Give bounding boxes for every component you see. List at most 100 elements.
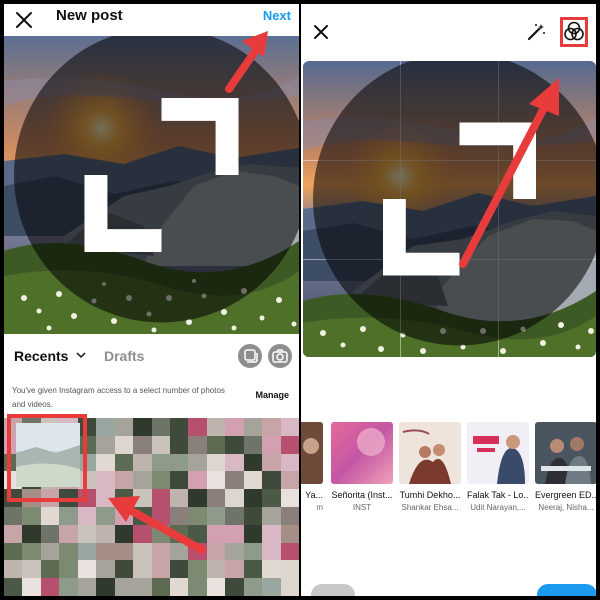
gallery-thumbnail-tile xyxy=(59,542,78,561)
gallery-thumbnail-tile xyxy=(96,418,115,436)
album-art xyxy=(535,422,596,484)
gallery-thumbnail-tile xyxy=(151,542,170,561)
gallery-thumbnail-tile xyxy=(188,418,207,436)
gallery-thumbnail-tile xyxy=(133,489,152,507)
music-artist: Udit Narayan,... xyxy=(470,503,526,512)
gallery-thumbnail-tile xyxy=(262,542,281,561)
gallery-thumbnail-tile xyxy=(225,560,244,579)
gallery-thumbnail-tile xyxy=(114,435,134,454)
next-button[interactable]: Next xyxy=(263,6,291,26)
gallery-thumbnail-tile xyxy=(77,578,97,596)
gallery-thumbnail-tile xyxy=(206,418,226,436)
gallery-thumbnail-tile xyxy=(243,489,263,507)
album-art xyxy=(301,422,323,484)
gallery-thumbnail-tile xyxy=(133,418,152,436)
access-note: You've given Instagram access to a selec… xyxy=(12,386,225,409)
gallery-thumbnail-tile xyxy=(22,506,41,525)
gallery-thumbnail-tile xyxy=(206,435,226,454)
album-art xyxy=(467,422,529,484)
gallery-thumbnail-tile xyxy=(280,524,299,543)
gallery-thumbnail-tile xyxy=(96,435,115,454)
gallery-thumbnail-tile xyxy=(114,489,134,507)
gallery-thumbnail-tile xyxy=(262,560,281,579)
expand-icon[interactable] xyxy=(313,61,596,347)
edit-photo-preview[interactable] xyxy=(303,61,596,357)
gallery-thumbnail-tile xyxy=(225,542,244,561)
gallery-thumbnail-tile xyxy=(114,418,134,436)
gallery-thumbnail-tile xyxy=(96,489,115,507)
gallery-thumbnail-tile xyxy=(188,524,207,543)
gallery-thumbnail-tile xyxy=(77,560,97,579)
bottom-next-button[interactable] xyxy=(537,584,596,596)
drafts-tab[interactable]: Drafts xyxy=(104,348,144,364)
gallery-thumbnail-tile xyxy=(243,418,263,436)
music-card[interactable]: Ya... m xyxy=(301,422,323,512)
gallery-thumbnail-tile xyxy=(133,560,152,579)
gallery-thumbnail-tile xyxy=(4,524,23,543)
gallery-thumbnail-tile xyxy=(188,435,207,454)
manage-link[interactable]: Manage xyxy=(255,390,289,400)
music-artist: INST xyxy=(352,503,372,512)
gallery-tabs: Recents Drafts xyxy=(4,340,299,372)
gallery-thumbnail-tile xyxy=(169,578,189,596)
music-title: Evergreen ED... xyxy=(535,490,596,500)
selected-photo-preview[interactable] xyxy=(4,36,299,334)
album-art xyxy=(331,422,393,484)
gallery-thumbnail-tile xyxy=(77,524,97,543)
gallery-thumbnail-tile xyxy=(280,435,299,454)
gallery-thumbnail-tile xyxy=(133,506,152,525)
gallery-thumbnail-tile xyxy=(151,524,170,543)
gallery-thumbnail-tile xyxy=(169,560,189,579)
magic-wand-icon[interactable] xyxy=(526,22,546,42)
music-artist: m xyxy=(316,503,323,512)
gallery-thumbnail-tile xyxy=(151,578,170,596)
gallery-thumbnail-tile xyxy=(225,418,244,436)
gallery-thumbnail-tile xyxy=(206,506,226,525)
music-title: Señorita (Inst... xyxy=(331,490,393,500)
gallery-thumbnail-tile xyxy=(206,578,226,596)
gallery-thumbnail-tile xyxy=(133,542,152,561)
gallery-thumbnail-tile xyxy=(225,489,244,507)
camera-icon xyxy=(272,349,288,363)
gallery-thumbnail-tile xyxy=(280,418,299,436)
gallery-thumbnail-tile xyxy=(114,471,134,490)
gallery-thumbnail-tile xyxy=(225,471,244,490)
gallery-thumbnail-tile xyxy=(225,506,244,525)
gallery-thumbnail-tile xyxy=(243,506,263,525)
gallery-thumbnail-tile xyxy=(262,489,281,507)
expand-icon[interactable] xyxy=(14,36,299,324)
gallery-thumbnail-tile xyxy=(40,506,60,525)
gallery-thumbnail-tile xyxy=(133,453,152,472)
music-card[interactable]: Señorita (Inst... INST xyxy=(331,422,393,512)
close-icon[interactable] xyxy=(311,22,331,42)
gallery-thumbnail-tile xyxy=(133,471,152,490)
gallery-thumbnail-tile xyxy=(188,506,207,525)
gallery-thumbnail-tile xyxy=(59,560,78,579)
gallery-thumbnail-tile xyxy=(243,471,263,490)
filter-button-highlight[interactable] xyxy=(560,17,588,47)
music-title: Falak Tak - Lo... xyxy=(467,490,529,500)
gallery-thumbnail-tile xyxy=(225,453,244,472)
gallery-thumbnail-tile xyxy=(206,489,226,507)
page-title: New post xyxy=(56,7,123,24)
recents-label: Recents xyxy=(14,348,69,364)
gallery-thumbnail-tile xyxy=(96,560,115,579)
chevron-down-icon xyxy=(76,352,86,359)
gallery-thumbnail-tile xyxy=(262,453,281,472)
multi-select-button[interactable] xyxy=(238,344,262,368)
gallery-thumbnail-tile xyxy=(262,435,281,454)
gallery-thumbnail-tile xyxy=(262,524,281,543)
left-screenshot-panel: New post Next Recents Drafts You've give… xyxy=(4,4,299,596)
recents-dropdown[interactable]: Recents xyxy=(14,348,86,364)
close-icon[interactable] xyxy=(14,10,34,30)
music-card[interactable]: Falak Tak - Lo... Udit Narayan,... xyxy=(467,422,529,512)
music-card[interactable]: Evergreen ED... Neeraj, Nisha... xyxy=(535,422,596,512)
gallery-thumbnail-tile xyxy=(40,560,60,579)
music-card[interactable]: Tumhi Dekho... Shankar Ehsa... xyxy=(399,422,461,512)
camera-button[interactable] xyxy=(268,344,292,368)
gallery-thumbnail-tile xyxy=(169,542,189,561)
gallery-thumbnail-tile xyxy=(206,524,226,543)
new-post-header: New post Next xyxy=(4,4,299,36)
gallery-thumbnail-tile xyxy=(151,489,170,507)
bottom-left-button[interactable] xyxy=(311,584,355,596)
